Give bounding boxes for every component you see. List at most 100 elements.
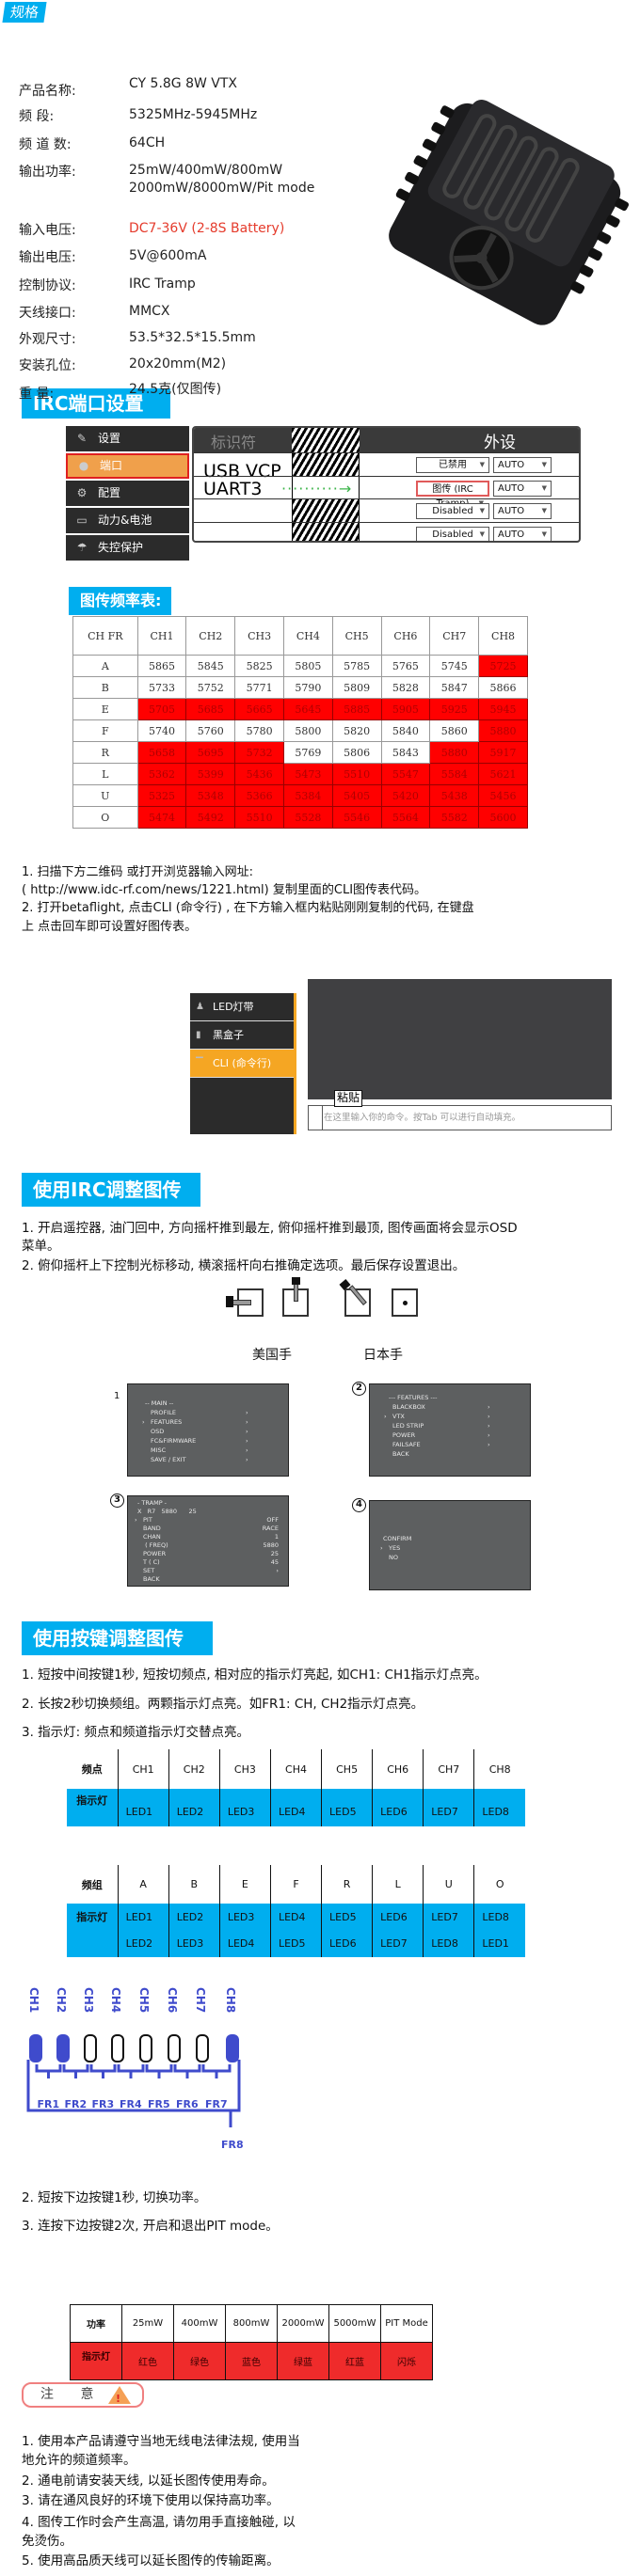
freq-cell: 5438 [429,784,480,807]
osd-line: OSD [151,1428,165,1435]
cli-sidebar-item-0[interactable]: ♟ LED灯带 [190,993,294,1021]
dropdown-arrow-icon: ▼ [541,529,547,538]
dropdown-arrow-icon: ▼ [541,461,547,468]
peripheral-select[interactable]: 图传 (IRC Tramp)▼ [416,480,489,509]
freq-cell: 5325 [136,784,187,807]
port-row: Disabled ▼ AUTO ▼ [194,498,579,522]
osd-line: SAVE / EXIT [151,1456,186,1463]
led-pair-cell: LED5 LED6 [321,1904,373,1957]
spec-label: 重 量: [19,387,55,402]
freq-row: E 5705 5685 5665 5645 5885 5905 5925 5945 [72,698,528,720]
dropdown-arrow-icon: ▼ [479,461,485,468]
cli-input-placeholder: 在这里输入你的命令。按Tab 可以进行自动填充。 [324,1113,521,1123]
color-cell: 红色 [121,2342,174,2380]
freq-cell: 5456 [478,784,528,807]
freq-cell: 5725 [478,655,528,677]
freq-cell: 5800 [282,719,333,742]
band-label: F [72,719,138,742]
cli-command-input[interactable]: 在这里输入你的命令。按Tab 可以进行自动填充。 [308,1105,612,1130]
speed-select[interactable]: AUTO ▼ [493,503,552,519]
osd-submenu-arrow-icon: › [488,1422,490,1430]
key-step-line: 3. 指示灯: 频点和频道指示灯交替点亮。 [22,1725,250,1740]
freq-cell: 5528 [282,806,333,829]
instruction-line: ( http://www.idc-rf.com/news/1221.html) … [22,883,427,897]
band-label: E [72,698,138,720]
fr-label: FR1 [37,2098,60,2110]
cli-sidebar-item-1[interactable]: ▮ 黑盒子 [190,1021,294,1050]
paste-tooltip[interactable]: 粘贴 [334,1090,363,1107]
fr-bracket [62,2064,89,2078]
terminal-icon: ▔ [196,1058,203,1068]
sidebar-item-1[interactable]: ● 端口 [66,453,189,479]
freq-cell: 5805 [282,655,333,677]
led-channel-label: CH7 [194,1987,207,2014]
sidebar-item-2[interactable]: ⚙ 配置 [66,481,189,506]
osd-line: LED STRIP [392,1422,424,1430]
channel-header: CH4 [282,616,333,656]
sidebar-item-4[interactable]: ☂ 失控保护 [66,535,189,561]
channel-cell: CH7 [423,1749,474,1789]
spec-value: MMCX [129,304,170,319]
sidebar-item-3[interactable]: ▭ 动力&电池 [66,508,189,533]
power-cell: 25mW [121,2304,174,2343]
spec-section-tag: 规格 [2,2,47,23]
sidebar-item-label: 设置 [98,432,121,445]
led-pair-cell: LED2 LED3 [168,1904,220,1957]
band-cell: R [321,1865,373,1904]
band-cell: O [473,1865,525,1904]
osd-submenu-arrow-icon: › [246,1437,248,1445]
band-label: O [72,806,138,829]
notice-line: 3. 请在通风良好的环境下使用以保持高功率。 [22,2493,280,2508]
fr-label: FR4 [120,2098,142,2110]
sidebar-item-0[interactable]: ✎ 设置 [66,426,189,451]
instruction-line: 2. 打开betaflight, 点击CLI (命令行) , 在下方输入框内粘贴… [22,901,474,915]
freq-cell: 5695 [185,741,236,764]
led-cell: LED5 [321,1789,373,1826]
ports-table: 标识符 外设 USB VCP 已禁用 ▼ AUTO ▼ UART3 ··········→ 图… [192,426,581,543]
freq-cell: 5925 [429,698,480,720]
cli-sidebar-item-2[interactable]: ▔ CLI (命令行) [190,1050,294,1078]
led-cell: LED2 [176,1910,204,1923]
osd-submenu-arrow-icon: › [246,1409,248,1416]
led-pair-cell: LED1 LED2 [117,1904,169,1957]
freq-cell: 5780 [234,719,284,742]
freq-cell: 5820 [331,719,382,742]
led-pair-cell: LED7 LED8 [423,1904,474,1957]
freq-table-title: 图传频率表: [69,587,171,615]
osd-value: OFF [266,1516,279,1524]
band-cell: U [423,1865,474,1904]
osd-step-number: 1 [114,1391,120,1401]
speed-select[interactable]: AUTO ▼ [493,526,552,541]
peripheral-select[interactable]: Disabled ▼ [416,503,489,519]
hatch-cell [292,522,360,541]
band-cell: F [269,1865,322,1904]
speed-select[interactable]: AUTO ▼ [493,480,552,497]
freq-cell: 5840 [380,719,431,742]
peripheral-select[interactable]: Disabled ▼ [416,526,489,541]
osd-submenu-arrow-icon: › [246,1418,248,1426]
ch-header-row: 频点 CH1 CH2 CH3 CH4 CH5 CH6 CH7 CH8 [67,1749,525,1789]
spec-label: 频 段: [19,109,55,124]
instruction-line: 上 点击回车即可设置好图传表。 [22,920,198,934]
osd-line: POWER [392,1431,416,1439]
header-label: 功率 [70,2304,122,2343]
led-cell: LED8 [473,1789,525,1826]
channel-cell: CH5 [321,1749,373,1789]
speed-value: AUTO [498,529,525,540]
led-cell: LED3 [176,1936,204,1950]
color-cell: 红蓝 [328,2342,381,2380]
channel-header: CH2 [185,616,236,656]
osd-value: 5880 [263,1541,279,1549]
freq-cell: 5866 [478,676,528,699]
freq-cell: 5348 [185,784,236,807]
port-row: Disabled ▼ AUTO ▼ [194,521,579,541]
notice-line: 2. 通电前请安装天线, 以延长图传使用寿命。 [22,2473,275,2489]
spec-value: IRC Tramp [129,277,196,292]
led-off-icon [84,2034,97,2062]
peripheral-select[interactable]: 已禁用 ▼ [416,457,489,473]
freq-cell: 5665 [234,698,284,720]
freq-cell: 5740 [136,719,187,742]
notice-line: 地允许的频道频率。 [22,2453,136,2468]
speed-select[interactable]: AUTO ▼ [493,457,552,473]
osd-line: FC&FIRMWARE [151,1437,197,1445]
